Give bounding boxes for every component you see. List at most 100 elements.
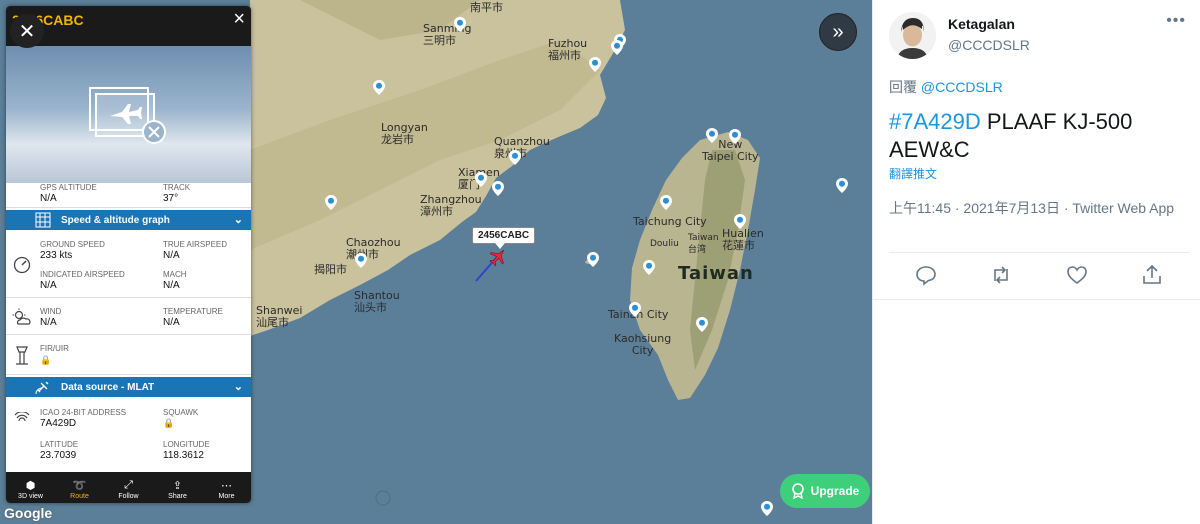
tweet-meta[interactable]: 上午11:45 · 2021年7月13日 · Twitter Web App [889, 198, 1189, 218]
retweet-icon[interactable] [990, 264, 1012, 286]
airport-pin-icon[interactable] [589, 57, 601, 72]
reply-icon[interactable] [915, 264, 937, 286]
flight-map[interactable]: 南平市 Sanming 三明市 Fuzhou 福州市 Longyan 龙岩市 Q… [0, 0, 872, 524]
mach-label: MACH [163, 270, 187, 279]
map-label-zhangzhou: Zhangzhou 漳州市 [420, 193, 482, 218]
tweet-actions [873, 264, 1200, 290]
indicated-airspeed-value: N/A [40, 280, 57, 291]
airport-pin-icon[interactable] [355, 253, 367, 268]
map-label-fuzhou: Fuzhou 福州市 [548, 37, 588, 62]
section-data-source[interactable]: Data source - MLAT ⌄ [6, 377, 251, 397]
airport-pin-icon[interactable] [734, 214, 746, 229]
section-speed-title: Speed & altitude graph [61, 215, 170, 226]
map-label-nanping: 南平市 [470, 1, 503, 14]
follow-label: Follow [118, 493, 139, 500]
display-name[interactable]: Ketagalan [948, 16, 1015, 32]
airport-pin-icon[interactable] [587, 252, 599, 267]
route-button[interactable]: ➰ Route [55, 472, 104, 503]
longitude-label: LONGITUDE [163, 440, 210, 449]
true-airspeed-label: TRUE AIRSPEED [163, 240, 228, 249]
share-icon[interactable] [1141, 264, 1163, 286]
3d-view-label: 3D view [18, 493, 43, 500]
airport-pin-icon[interactable] [729, 129, 741, 144]
icao-label: ICAO 24-BIT ADDRESS [40, 408, 127, 417]
section-speed-altitude-graph[interactable]: Speed & altitude graph ⌄ [6, 210, 251, 230]
track-label: TRACK [163, 183, 191, 192]
satellite-icon [35, 381, 49, 395]
speedometer-icon [9, 232, 35, 297]
flight-info-panel: 2456CABC × GPS ALTITUDE N/A TRACK 37° Sp… [6, 6, 251, 503]
icao-value: 7A429D [40, 418, 77, 429]
like-heart-icon[interactable] [1066, 264, 1088, 286]
reply-handle-link[interactable]: @CCCDSLR [921, 79, 1003, 95]
route-icon: ➰ [72, 480, 87, 492]
share-button[interactable]: ⇪ Share [153, 472, 202, 503]
graph-grid-icon [35, 212, 51, 228]
airport-pin-icon[interactable] [475, 172, 487, 187]
more-button[interactable]: ⋯ More [202, 472, 251, 503]
true-airspeed-value: N/A [163, 250, 180, 261]
transponder-icon [9, 399, 35, 439]
share-label: Share [168, 493, 187, 500]
map-label-shantou: Shantou 汕头市 [354, 289, 400, 314]
airport-pin-icon[interactable] [836, 178, 848, 193]
airport-pin-icon[interactable] [325, 195, 337, 210]
divider [889, 252, 1189, 253]
wind-value: N/A [40, 317, 57, 328]
follow-button[interactable]: ⤢ Follow [104, 472, 153, 503]
double-chevron-right-icon: » [832, 20, 844, 43]
hashtag-link[interactable]: #7A429D [889, 109, 981, 134]
airport-pin-icon[interactable] [611, 40, 623, 55]
indicated-airspeed-label: INDICATED AIRSPEED [40, 270, 125, 279]
tweet-text: #7A429D PLAAF KJ-500 AEW&C [889, 108, 1189, 164]
temperature-label: TEMPERATURE [163, 307, 223, 316]
close-panel-button[interactable]: ✕ [10, 14, 44, 48]
airport-pin-icon[interactable] [706, 128, 718, 143]
avatar[interactable] [889, 12, 936, 59]
airport-pin-icon[interactable] [696, 317, 708, 332]
gps-altitude-value: N/A [40, 193, 57, 204]
fir-row: FIR/UIR 🔒 [6, 336, 251, 375]
airport-pin-icon[interactable] [643, 260, 655, 275]
airport-pin-icon[interactable] [509, 150, 521, 165]
share-icon: ⇪ [172, 480, 183, 492]
translate-tweet-link[interactable]: 翻譯推文 [889, 165, 937, 182]
divider [873, 299, 1200, 300]
aircraft-photo-placeholder [6, 46, 251, 186]
source-row: ICAO 24-BIT ADDRESS 7A429D SQUAWK 🔒 LATI… [6, 399, 251, 471]
airport-pin-icon[interactable] [454, 17, 466, 32]
user-handle[interactable]: @CCCDSLR [948, 37, 1030, 53]
lock-icon[interactable]: 🔒 [40, 355, 51, 366]
ground-speed-label: GROUND SPEED [40, 240, 105, 249]
aircraft-icon[interactable] [488, 247, 508, 267]
airport-pin-icon[interactable] [492, 181, 504, 196]
more-label: More [218, 493, 235, 500]
route-label: Route [70, 493, 89, 500]
squawk-label: SQUAWK [163, 408, 199, 417]
cube-icon: ⬢ [25, 480, 36, 492]
fir-label: FIR/UIR [40, 344, 69, 353]
airport-pin-icon[interactable] [629, 302, 641, 317]
map-label-hualien: Hualien 花蓮市 [722, 227, 764, 252]
map-label-longyan: Longyan 龙岩市 [381, 121, 428, 146]
airport-pin-icon[interactable] [373, 80, 385, 95]
speed-row: GROUND SPEED 233 kts TRUE AIRSPEED N/A I… [6, 232, 251, 298]
airport-pin-icon[interactable] [761, 501, 773, 516]
more-options-icon[interactable]: ••• [1166, 12, 1186, 30]
lock-icon[interactable]: 🔒 [163, 418, 174, 429]
google-logo: Google [4, 505, 53, 521]
aircraft-callsign-tag[interactable]: 2456CABC [472, 227, 536, 249]
map-label-taichung: Taichung City [633, 215, 707, 228]
control-tower-icon [9, 336, 35, 374]
airport-pin-icon[interactable] [660, 195, 672, 210]
gps-altitude-label: GPS ALTITUDE [40, 183, 97, 192]
3d-view-button[interactable]: ⬢ 3D view [6, 472, 55, 503]
chevron-down-icon: ⌄ [233, 214, 243, 226]
toggle-panel-button[interactable]: » [819, 13, 857, 51]
map-label-douliu: Douliu [650, 239, 679, 249]
upgrade-button[interactable]: Upgrade [780, 474, 870, 508]
close-icon[interactable]: × [233, 8, 245, 31]
weather-icon [9, 299, 35, 334]
section-data-source-title: Data source - MLAT [61, 382, 155, 393]
latitude-label: LATITUDE [40, 440, 79, 449]
